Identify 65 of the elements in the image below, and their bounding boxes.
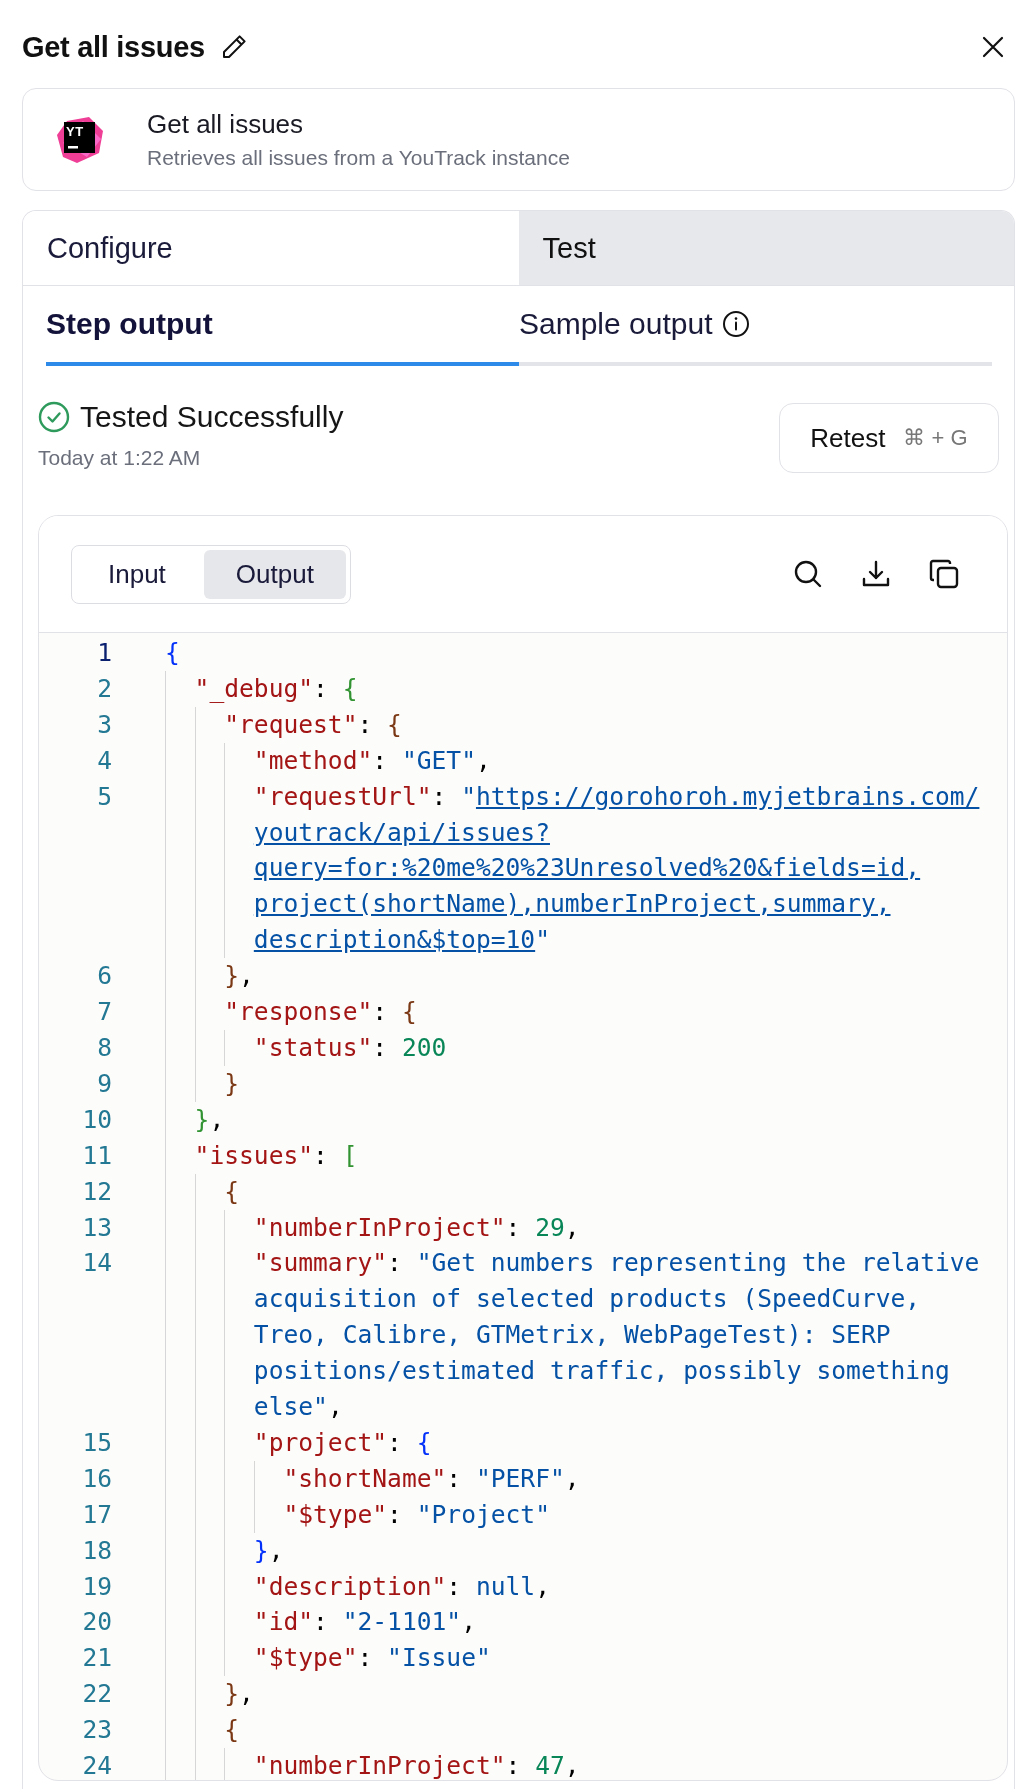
- code-line: "request": {: [224, 708, 402, 741]
- timestamp: Today at 1:22 AM: [38, 446, 202, 470]
- code-line: {: [224, 1175, 240, 1208]
- code-line: },: [224, 1678, 254, 1711]
- code-line: },: [253, 1534, 284, 1567]
- status-text: Tested Successfully: [80, 400, 344, 434]
- retest-button[interactable]: Retest ⌘ + G: [779, 403, 999, 473]
- line-number: 13: [81, 1211, 112, 1244]
- tab[interactable]: Sample output: [519, 286, 992, 366]
- code-line: {: [165, 637, 180, 669]
- tab[interactable]: Test: [518, 211, 1014, 285]
- line-number: 11: [81, 1139, 112, 1172]
- toggle-option[interactable]: Output: [203, 549, 346, 599]
- line-number: 9: [96, 1067, 112, 1100]
- app-description: Retrieves all issues from a YouTrack instance: [147, 146, 570, 170]
- line-number: 20: [81, 1606, 112, 1639]
- line-number: 3: [96, 708, 112, 741]
- code-line: {: [224, 1714, 240, 1747]
- line-number: 18: [81, 1534, 112, 1567]
- copy-icon[interactable]: [929, 559, 959, 589]
- line-number: 10: [81, 1103, 112, 1136]
- shortcut-hint: ⌘ + G: [903, 425, 968, 451]
- line-number: 21: [81, 1642, 112, 1675]
- code-line: "description": null,: [253, 1570, 550, 1603]
- code-line: "id": "2-1101",: [253, 1606, 476, 1639]
- tab[interactable]: Step output: [46, 286, 519, 366]
- search-icon[interactable]: [793, 559, 823, 589]
- line-number: 14: [81, 1247, 112, 1280]
- code-line: "method": "GET",: [253, 744, 491, 777]
- line-number: 8: [96, 1031, 112, 1064]
- line-number: 17: [81, 1498, 112, 1531]
- line-number: 23: [81, 1714, 112, 1747]
- toggle-option[interactable]: Input: [76, 549, 198, 599]
- line-number: 6: [96, 960, 112, 993]
- code-line: "$type": "Project": [283, 1498, 550, 1531]
- app-name: Get all issues: [147, 109, 305, 140]
- close-icon[interactable]: [982, 36, 1004, 58]
- code-line: "status": 200: [253, 1031, 447, 1064]
- line-number: 22: [81, 1678, 112, 1711]
- line-number: 19: [81, 1570, 112, 1603]
- line-number: 4: [96, 744, 112, 777]
- line-number: 16: [81, 1462, 112, 1495]
- code-line: "project": {: [253, 1426, 432, 1459]
- code-line: "_debug": {: [194, 672, 358, 705]
- line-number: 2: [96, 672, 112, 705]
- code-line: },: [224, 960, 254, 993]
- code-line: "response": {: [224, 996, 417, 1029]
- line-number: 5: [96, 780, 112, 813]
- line-number: 7: [96, 996, 112, 1029]
- code-line: "numberInProject": 47,: [253, 1750, 580, 1780]
- code-line: "issues": [: [194, 1139, 358, 1172]
- code-line: },: [194, 1103, 225, 1136]
- download-icon[interactable]: [861, 559, 891, 589]
- window-title: Get all issues: [22, 30, 205, 64]
- code-line: }: [224, 1067, 240, 1100]
- info-icon: [722, 310, 751, 338]
- line-number: 24: [81, 1750, 112, 1780]
- code-line: "numberInProject": 29,: [253, 1211, 580, 1244]
- line-number: 12: [81, 1175, 112, 1208]
- code-line: "requestUrl": "https://gorohoroh.myjetbrains.com/ youtrack/api/issues? query=for:%20me%20%23Unresolved%20&fields=id, project(shortName),numberInProject,summary, description&$top=10": [253, 780, 980, 957]
- code-line: "shortName": "PERF",: [283, 1462, 580, 1495]
- code-line: "$type": "Issue": [253, 1642, 491, 1675]
- line-number: 1: [96, 637, 112, 669]
- line-number: 15: [81, 1426, 112, 1459]
- code-line: "summary": "Get numbers representing the relative acquisition of selected products (SpeedCurve, Treo, Calibre, GTMetrix, WebPageTest): SERP positions/estimated traffic, possibly something else",: [253, 1247, 980, 1424]
